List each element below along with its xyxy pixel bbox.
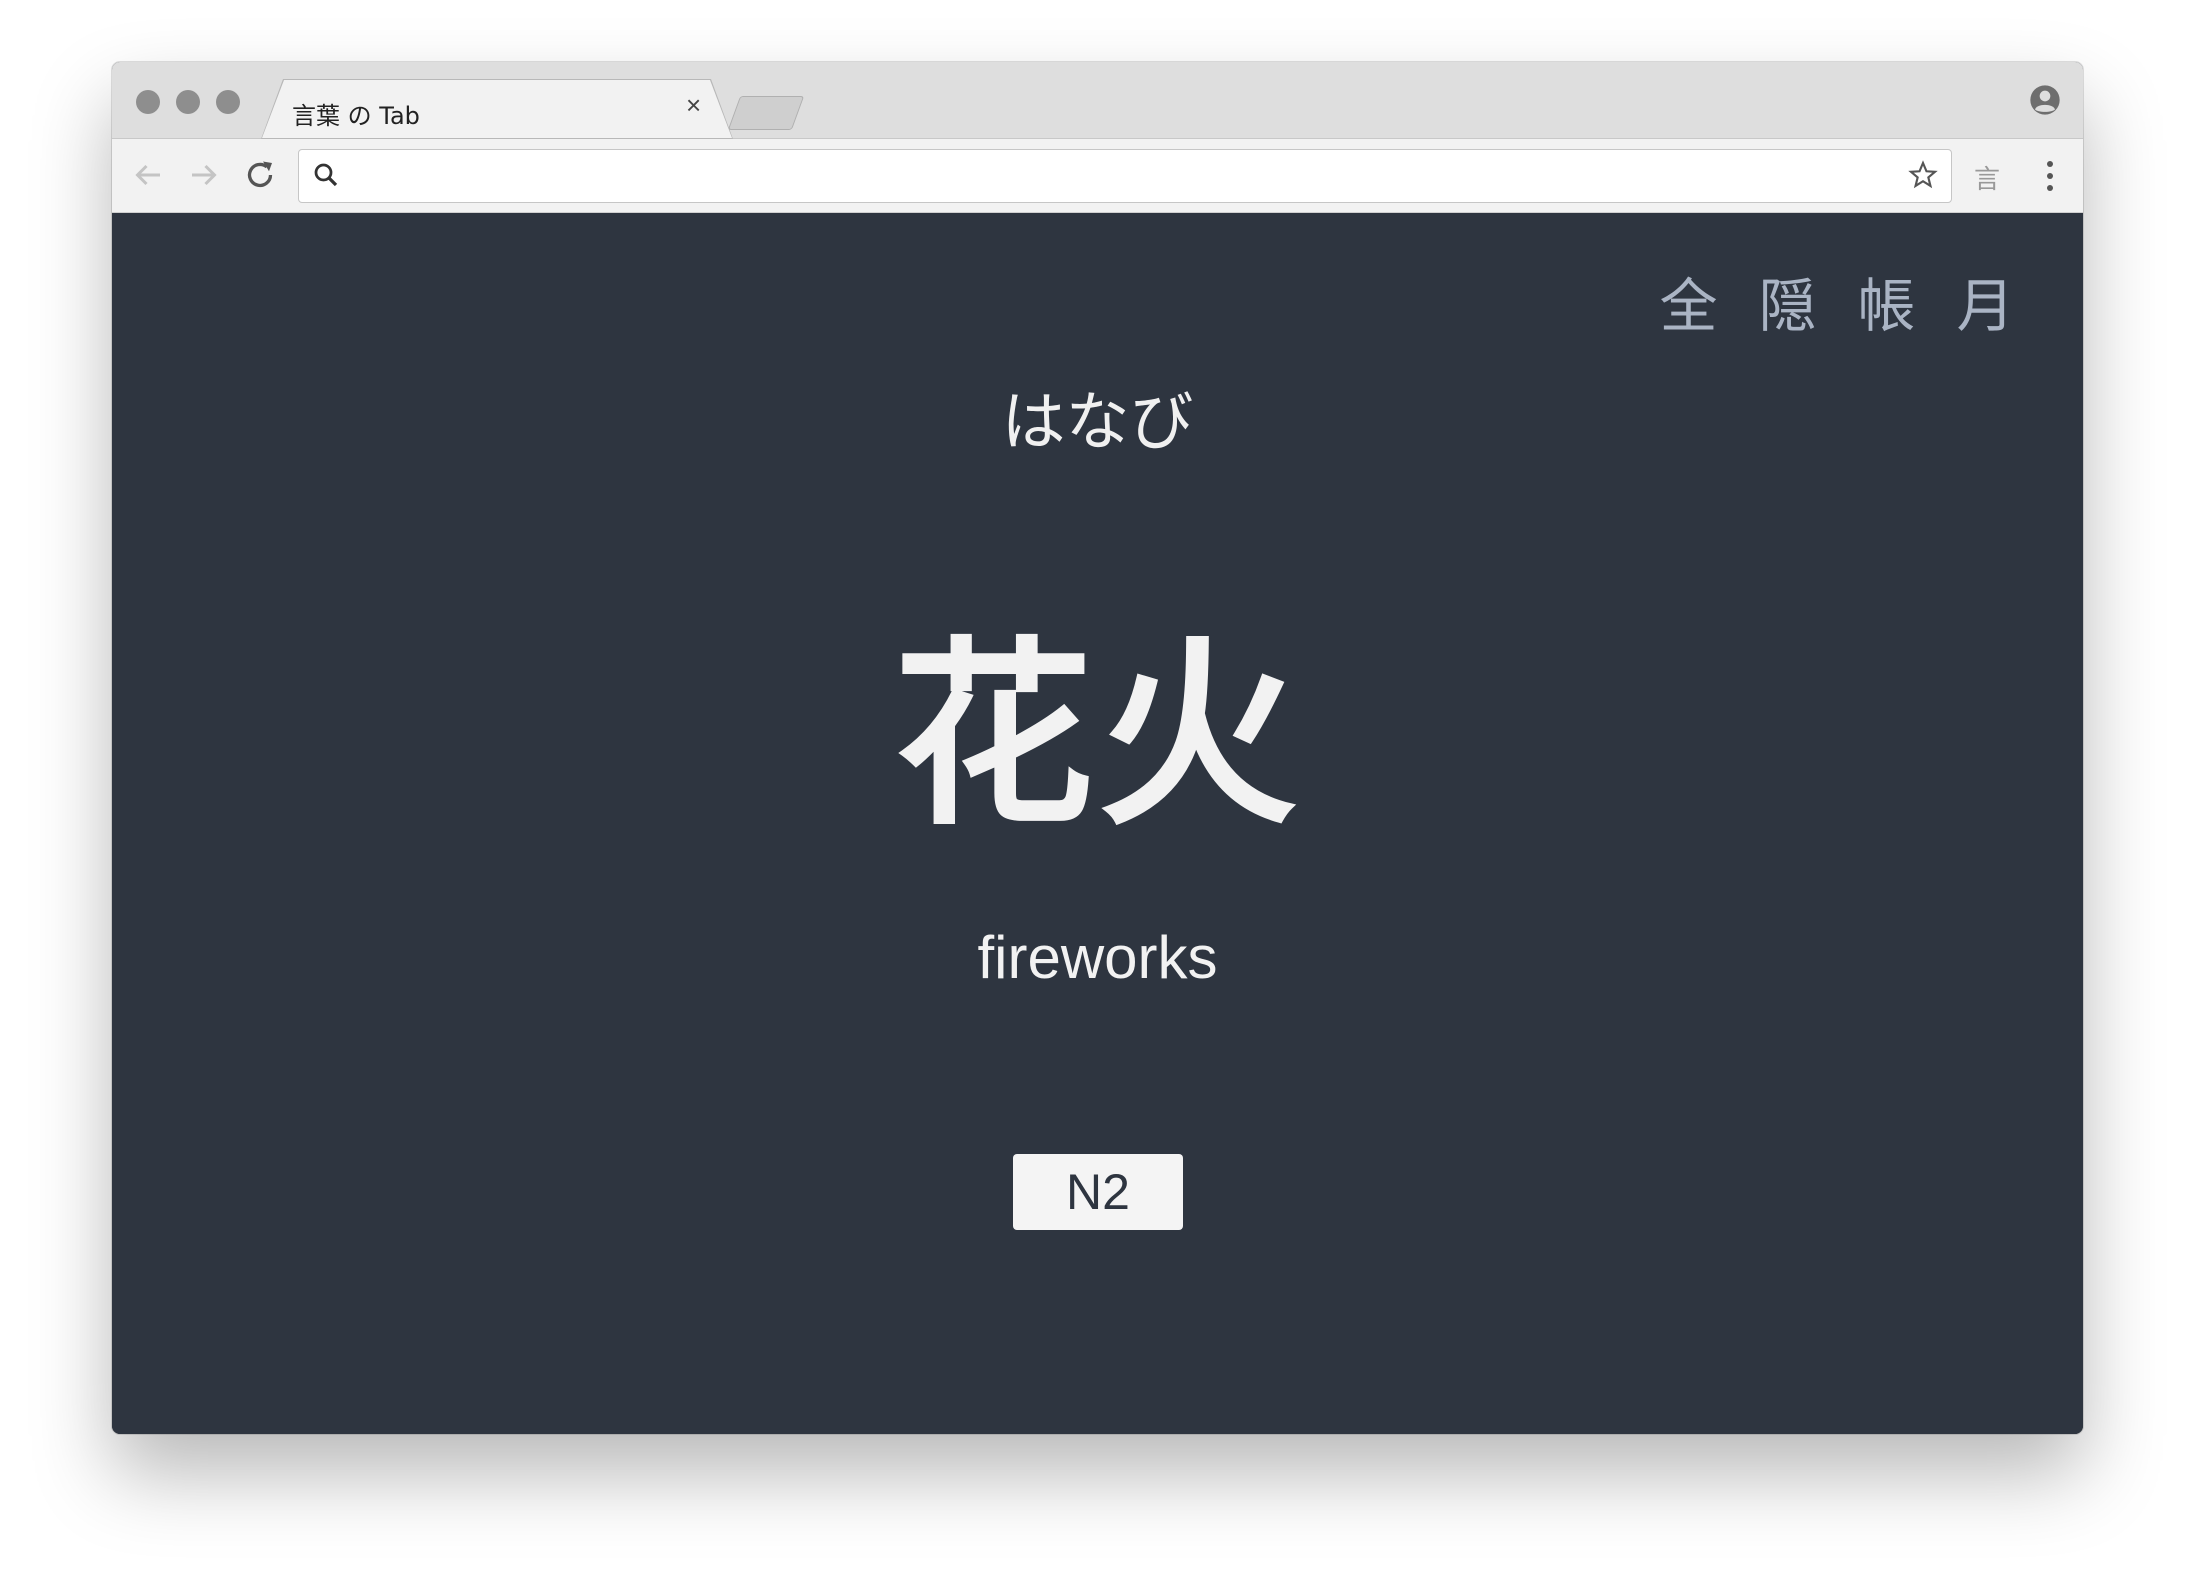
- minimize-window-button[interactable]: [176, 90, 200, 114]
- extension-icon[interactable]: 言: [1974, 159, 2000, 196]
- tab-close-button[interactable]: ×: [686, 92, 701, 118]
- bookmark-star-icon[interactable]: [1907, 159, 1939, 191]
- nav-month[interactable]: 月: [1936, 259, 2035, 343]
- zoom-window-button[interactable]: [216, 90, 240, 114]
- word-reading: はなび: [1001, 386, 1194, 460]
- toolbar: 言: [112, 139, 2083, 213]
- new-tab-button[interactable]: [727, 96, 805, 130]
- reload-icon[interactable]: [242, 157, 278, 193]
- tab-title: 言葉 の Tab: [292, 102, 420, 130]
- close-window-button[interactable]: [136, 90, 160, 114]
- profile-icon[interactable]: [2029, 84, 2061, 116]
- search-icon: [314, 163, 338, 187]
- nav-all[interactable]: 全: [1639, 259, 1738, 343]
- back-arrow-icon[interactable]: [130, 157, 166, 193]
- top-nav: 全 隠 帳 月: [1639, 259, 2035, 343]
- nav-hide[interactable]: 隠: [1738, 259, 1837, 343]
- page-content: 全 隠 帳 月 はなび 花火 fireworks N2: [112, 213, 2083, 1434]
- word-kanji: 花火: [893, 620, 1302, 853]
- nav-notebook[interactable]: 帳: [1837, 259, 1936, 343]
- word-meaning: fireworks: [977, 924, 1218, 991]
- tab-strip: 言葉 の Tab ×: [112, 62, 2083, 139]
- browser-window: 言葉 の Tab × 言 全 隠 帳 月 はなび 花火 fireworks N2: [112, 62, 2083, 1434]
- forward-arrow-icon[interactable]: [186, 157, 222, 193]
- menu-dots-icon[interactable]: [2045, 159, 2055, 193]
- jlpt-level-badge[interactable]: N2: [1013, 1154, 1183, 1230]
- address-bar[interactable]: [298, 149, 1952, 203]
